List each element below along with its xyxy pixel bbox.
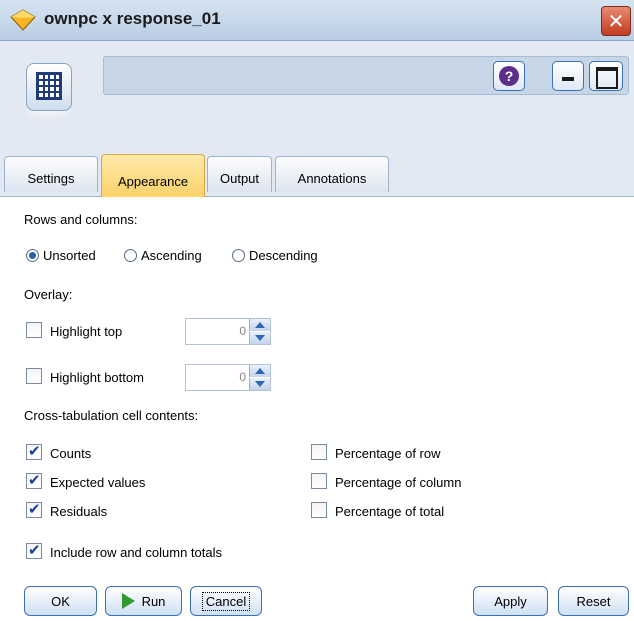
help-button[interactable]: ? (493, 61, 525, 91)
overlay-label: Overlay: (24, 287, 73, 302)
minimize-button[interactable] (552, 61, 584, 91)
tab-strip: Settings Appearance Output Annotations (0, 154, 634, 197)
percentage-column-label[interactable]: Percentage of column (335, 475, 461, 490)
apply-button[interactable]: Apply (473, 586, 548, 616)
radio-unsorted-label[interactable]: Unsorted (43, 248, 96, 263)
reset-label: Reset (576, 593, 611, 609)
run-label: Run (141, 593, 166, 609)
highlight-bottom-label[interactable]: Highlight bottom (50, 370, 144, 385)
highlight-top-stepper[interactable]: 0 (185, 318, 271, 345)
run-button[interactable]: Run (105, 586, 182, 616)
expected-values-checkbox[interactable] (26, 471, 42, 489)
percentage-row-checkbox[interactable] (311, 444, 327, 460)
highlight-top-checkbox[interactable] (26, 322, 42, 338)
appearance-panel: Rows and columns: Unsorted Ascending Des… (0, 197, 634, 621)
counts-checkbox[interactable] (26, 442, 42, 460)
node-diamond-icon (10, 9, 36, 31)
percentage-column-checkbox[interactable] (311, 473, 327, 489)
residuals-checkbox[interactable] (26, 500, 42, 518)
ok-button[interactable]: OK (24, 586, 97, 616)
maximize-icon (596, 67, 618, 89)
radio-descending-label[interactable]: Descending (249, 248, 318, 263)
window-title: ownpc x response_01 (44, 9, 221, 28)
close-button[interactable]: ✕ (601, 6, 631, 36)
title-bar[interactable]: ownpc x response_01 ✕ (0, 0, 634, 41)
highlight-bottom-checkbox[interactable] (26, 368, 42, 384)
rows-columns-label: Rows and columns: (24, 212, 138, 227)
play-icon (121, 593, 135, 609)
help-icon: ? (499, 66, 519, 86)
minimize-icon (562, 77, 574, 81)
stepper-up-icon[interactable] (249, 319, 270, 331)
include-totals-label[interactable]: Include row and column totals (50, 545, 222, 560)
highlight-top-label[interactable]: Highlight top (50, 324, 122, 339)
stepper-up-icon[interactable] (249, 365, 270, 377)
highlight-bottom-stepper[interactable]: 0 (185, 364, 271, 391)
radio-ascending-label[interactable]: Ascending (141, 248, 202, 263)
apply-label: Apply (494, 593, 527, 609)
include-totals-checkbox[interactable] (26, 541, 42, 559)
radio-descending[interactable] (232, 249, 245, 262)
counts-label[interactable]: Counts (50, 446, 91, 461)
cancel-label: Cancel (201, 591, 251, 611)
maximize-button[interactable] (589, 61, 623, 91)
tab-settings[interactable]: Settings (4, 156, 98, 192)
table-node-icon (26, 63, 72, 111)
radio-unsorted[interactable] (26, 249, 39, 262)
percentage-total-label[interactable]: Percentage of total (335, 504, 444, 519)
node-header: ? (0, 41, 634, 154)
close-icon: ✕ (607, 10, 625, 33)
radio-ascending[interactable] (124, 249, 137, 262)
cancel-button[interactable]: Cancel (190, 586, 262, 616)
stepper-down-icon[interactable] (249, 332, 270, 344)
tab-output[interactable]: Output (207, 156, 272, 192)
cell-contents-label: Cross-tabulation cell contents: (24, 408, 199, 423)
highlight-top-value[interactable]: 0 (239, 324, 246, 338)
tab-annotations[interactable]: Annotations (275, 156, 389, 192)
reset-button[interactable]: Reset (558, 586, 629, 616)
percentage-total-checkbox[interactable] (311, 502, 327, 518)
node-name-bar (103, 56, 629, 95)
ok-label: OK (51, 593, 70, 609)
residuals-label[interactable]: Residuals (50, 504, 107, 519)
expected-values-label[interactable]: Expected values (50, 475, 145, 490)
highlight-bottom-value[interactable]: 0 (239, 370, 246, 384)
stepper-down-icon[interactable] (249, 378, 270, 390)
tab-appearance[interactable]: Appearance (101, 154, 205, 197)
percentage-row-label[interactable]: Percentage of row (335, 446, 441, 461)
